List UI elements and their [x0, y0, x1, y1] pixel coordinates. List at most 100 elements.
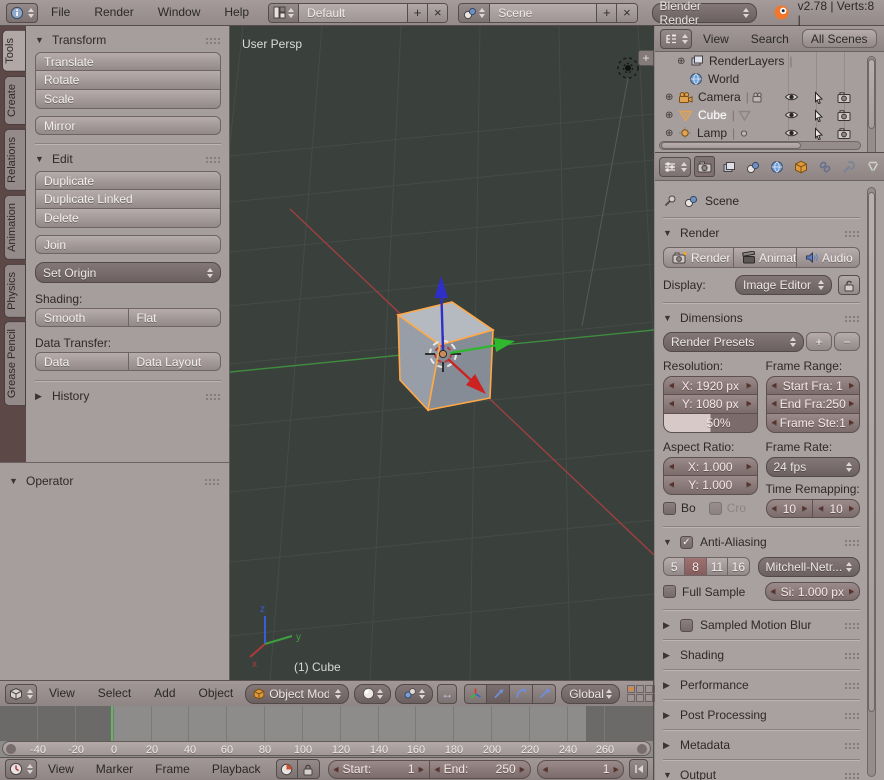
end-frame-field[interactable]: ◂ End Fra:250 ▸ [766, 395, 861, 414]
start-frame-field[interactable]: ◂ Start Fra: 1 ▸ [766, 376, 861, 395]
layer-cell[interactable] [636, 694, 644, 702]
view3d-editor-selector[interactable] [5, 684, 37, 704]
menu-view[interactable]: View [692, 27, 740, 51]
anti-aliasing-panel-header[interactable]: ▼ Anti-Aliasing [663, 532, 860, 552]
scene-name-field[interactable]: Scene [490, 4, 596, 22]
menu-object[interactable]: Object [188, 681, 245, 706]
eye-icon[interactable] [784, 127, 799, 140]
tab-data[interactable] [862, 156, 883, 177]
menu-file[interactable]: File [40, 0, 81, 25]
camera-toggle-icon[interactable] [837, 127, 851, 140]
item-label[interactable]: Camera [696, 90, 743, 104]
stepper-right-icon[interactable]: ▸ [746, 461, 751, 472]
translate-manipulator-button[interactable] [487, 684, 510, 704]
menu-view[interactable]: View [37, 757, 85, 780]
panel-grip-icon[interactable] [844, 622, 860, 629]
anti-aliasing-checkbox[interactable] [680, 536, 693, 549]
full-sample-checkbox[interactable] [663, 585, 676, 598]
add-scene-button[interactable]: + [596, 4, 616, 22]
panel-collapse-icon[interactable]: ▼ [35, 154, 45, 164]
transform-panel-header[interactable]: ▼ Transform [35, 30, 221, 50]
data-layout-button[interactable]: Data Layout [129, 352, 222, 371]
tab-render-layers[interactable] [718, 156, 739, 177]
join-button[interactable]: Join [35, 235, 221, 254]
menu-search[interactable]: Search [740, 27, 800, 51]
sampled-motion-blur-panel-header[interactable]: ▶ Sampled Motion Blur [663, 615, 860, 635]
scale-button[interactable]: Scale [35, 90, 221, 109]
tab-modifiers[interactable] [838, 156, 859, 177]
output-panel-header[interactable]: ▼ Output [663, 765, 860, 780]
tab-grease-pencil[interactable]: Grease Pencil [4, 321, 26, 406]
camera-toggle-icon[interactable] [837, 109, 851, 122]
add-layout-button[interactable]: + [407, 4, 427, 22]
stepper-left-icon[interactable]: ◂ [435, 764, 440, 775]
menu-playback[interactable]: Playback [201, 757, 272, 780]
stepper-left-icon[interactable]: ◂ [669, 461, 674, 472]
layer-cell[interactable] [645, 694, 653, 702]
item-label[interactable]: Cube [696, 108, 729, 122]
scrollbar-left-knob[interactable] [6, 744, 16, 754]
scrollbar-thumb[interactable] [868, 192, 875, 712]
aspect-x-field[interactable]: ◂ X: 1.000 ▸ [663, 457, 758, 476]
crop-checkbox[interactable] [709, 502, 722, 515]
rotate-button[interactable]: Rotate [35, 71, 221, 90]
render-presets-dropdown[interactable]: Render Presets [663, 332, 804, 352]
layout-name-field[interactable]: Default [299, 4, 407, 22]
sampled-motion-blur-checkbox[interactable] [680, 619, 693, 632]
render-button[interactable]: Render [663, 247, 734, 268]
orientation-dropdown[interactable]: Global [561, 684, 620, 704]
tab-object[interactable] [790, 156, 811, 177]
duplicate-linked-button[interactable]: Duplicate Linked [35, 190, 221, 209]
scene-selector-dropdown[interactable] [459, 4, 490, 22]
stepper-left-icon[interactable]: ◂ [772, 503, 777, 514]
av-sync-button[interactable] [276, 759, 298, 779]
panel-collapse-icon[interactable]: ▶ [663, 680, 673, 691]
stepper-left-icon[interactable]: ◂ [772, 417, 777, 428]
properties-editor-selector[interactable] [659, 157, 691, 177]
start-frame-field[interactable]: ◂ Start: 1 ▸ [328, 760, 430, 779]
data-button[interactable]: Data [35, 352, 129, 371]
panel-collapse-icon[interactable]: ▼ [663, 313, 673, 323]
end-frame-field[interactable]: ◂ End: 250 ▸ [430, 760, 531, 779]
mirror-button[interactable]: Mirror [35, 116, 221, 135]
layout-selector-dropdown[interactable] [269, 4, 299, 22]
panel-collapse-icon[interactable]: ▶ [35, 391, 45, 402]
expand-icon[interactable]: ⊕ [665, 128, 675, 139]
menu-window[interactable]: Window [147, 0, 212, 25]
frame-step-field[interactable]: ◂ Frame Ste:1 ▸ [766, 414, 861, 433]
tab-scene[interactable] [742, 156, 763, 177]
duplicate-button[interactable]: Duplicate [35, 171, 221, 190]
stepper-right-icon[interactable]: ▸ [520, 764, 525, 775]
aa-samples-11-button[interactable]: 11 [707, 557, 728, 576]
expand-icon[interactable]: ⊕ [665, 92, 675, 103]
item-label[interactable]: Lamp [695, 126, 729, 140]
aa-samples-5-button[interactable]: 5 [663, 557, 685, 576]
stepper-right-icon[interactable]: ▸ [849, 398, 854, 409]
menu-add[interactable]: Add [143, 681, 186, 706]
scrollbar-right-knob[interactable] [637, 744, 647, 754]
timeline-scrollbar[interactable]: -40 -20 0 20 40 60 80 100 120 140 160 18… [2, 741, 651, 756]
menu-frame[interactable]: Frame [144, 757, 201, 780]
frame-rate-dropdown[interactable]: 24 fps [766, 457, 861, 477]
remap-old-field[interactable]: ◂ 10 ▸ [766, 499, 814, 518]
stepper-left-icon[interactable]: ◂ [669, 398, 674, 409]
stepper-right-icon[interactable]: ▸ [419, 764, 424, 775]
stepper-right-icon[interactable]: ▸ [849, 503, 854, 514]
tab-tools[interactable]: Tools [2, 30, 26, 72]
stepper-left-icon[interactable]: ◂ [543, 764, 548, 775]
remove-preset-button[interactable]: − [834, 332, 860, 351]
aa-size-field[interactable]: ◂ Si: 1.000 px ▸ [765, 582, 861, 601]
stepper-right-icon[interactable]: ▸ [746, 479, 751, 490]
lock-frame-button[interactable] [298, 759, 320, 779]
edit-panel-header[interactable]: ▼ Edit [35, 149, 221, 169]
outliner-row-camera[interactable]: ⊕ Camera | [655, 88, 865, 106]
lock-interface-button[interactable] [838, 275, 860, 295]
outliner-editor-selector[interactable] [660, 29, 692, 49]
outliner-row-world[interactable]: World [655, 70, 865, 88]
layer-cell-active[interactable] [627, 685, 635, 693]
timeline-editor[interactable]: -40 -20 0 20 40 60 80 100 120 140 160 18… [0, 706, 654, 757]
manipulator-toggle-button[interactable] [464, 684, 487, 704]
menu-marker[interactable]: Marker [85, 757, 144, 780]
scale-manipulator-button[interactable] [533, 684, 556, 704]
pin-icon[interactable] [663, 194, 677, 208]
